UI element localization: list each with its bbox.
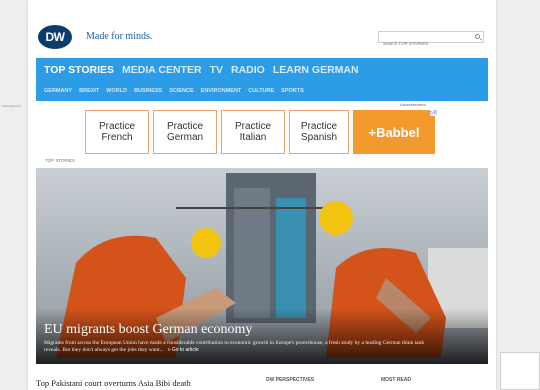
bottom-row: Top Pakistani court overturns Asia Bibi … [36, 370, 488, 390]
ad-tile-italian[interactable]: Practice Italian [221, 110, 285, 154]
nav-world[interactable]: WORLD [106, 88, 127, 94]
dw-perspectives-heading: DW PERSPECTIVES [266, 377, 315, 383]
nav-culture[interactable]: CULTURE [248, 88, 274, 94]
nav-brexit[interactable]: BREXIT [79, 88, 99, 94]
hero-summary-text: Migrants from across the European Union … [44, 340, 425, 354]
babbel-logo[interactable]: +Babbel [353, 110, 435, 154]
main-navigation: TOP STORIES MEDIA CENTER TV RADIO LEARN … [36, 58, 488, 101]
nav-tv[interactable]: TV [210, 64, 223, 76]
nav-business[interactable]: BUSINESS [134, 88, 162, 94]
primary-nav: TOP STORIES MEDIA CENTER TV RADIO LEARN … [44, 64, 359, 76]
dw-logo[interactable]: DW [38, 25, 72, 49]
nav-science[interactable]: SCIENCE [169, 88, 193, 94]
ad-label: Advertisement [400, 102, 426, 107]
hero-headline[interactable]: EU migrants boost German economy [44, 322, 252, 338]
secondary-nav: GERMANY BREXIT WORLD BUSINESS SCIENCE EN… [44, 88, 304, 94]
nav-media-center[interactable]: MEDIA CENTER [122, 64, 202, 76]
tagline: Made for minds. [86, 31, 153, 42]
left-gutter: Advertisement [0, 0, 28, 390]
most-read-heading: MOST READ [381, 377, 411, 383]
nav-learn-german[interactable]: LEARN GERMAN [273, 64, 359, 76]
nav-environment[interactable]: ENVIRONMENT [201, 88, 242, 94]
ad-tile-german[interactable]: Practice German [153, 110, 217, 154]
nav-radio[interactable]: RADIO [231, 64, 265, 76]
corner-popup[interactable] [500, 352, 540, 390]
story-headline[interactable]: Top Pakistani court overturns Asia Bibi … [36, 378, 191, 388]
side-ad-label: Advertisement [2, 104, 22, 108]
hero-summary: Migrants from across the European Union … [44, 340, 434, 354]
ad-tile-spanish[interactable]: Practice Spanish [289, 110, 349, 154]
site-header: DW Made for minds. [28, 0, 496, 54]
nav-sports[interactable]: SPORTS [281, 88, 304, 94]
nav-germany[interactable]: GERMANY [44, 88, 72, 94]
right-gutter [496, 0, 540, 390]
ad-tile-french[interactable]: Practice French [85, 110, 149, 154]
nav-top-stories[interactable]: TOP STORIES [44, 64, 114, 76]
ad-banner[interactable]: Practice French Practice German Practice It… [85, 110, 437, 154]
main-column: DW Made for minds. TOP STORIES MEDIA CEN… [28, 0, 496, 390]
browser-page: Advertisement DW Made for minds. TOP STO… [0, 0, 540, 390]
search-input[interactable] [379, 38, 469, 49]
search-icon[interactable] [475, 34, 480, 39]
section-label: TOP STORIES [45, 158, 76, 163]
search-box[interactable] [378, 31, 484, 49]
ad-choices-icon[interactable]: ▷X [429, 110, 437, 116]
go-to-article-link[interactable]: » Go to article [168, 347, 199, 353]
hero-story[interactable]: EU migrants boost German economy Migrant… [36, 168, 488, 364]
